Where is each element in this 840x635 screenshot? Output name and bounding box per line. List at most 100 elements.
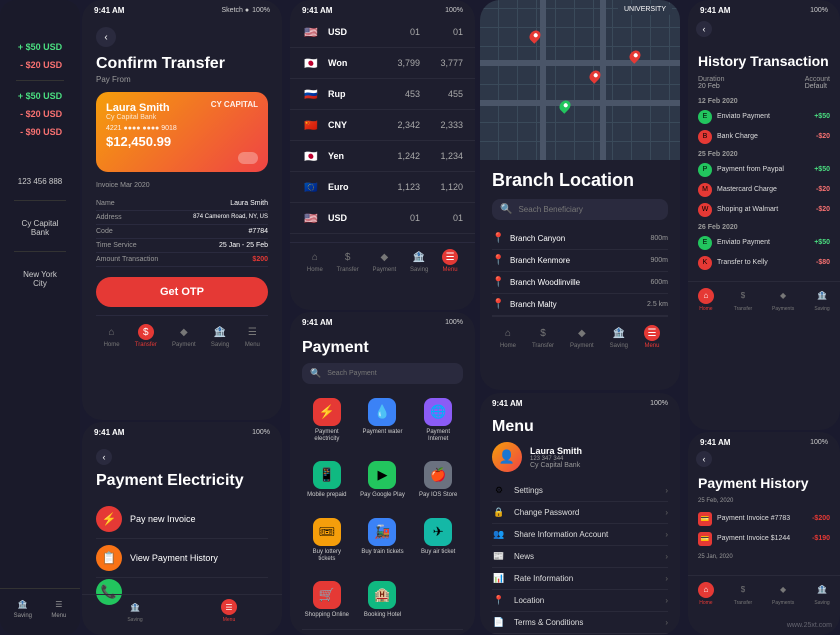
- currency-nav-home[interactable]: ⌂ Home: [307, 249, 323, 273]
- savings-entry-1: + $50 USD: [10, 38, 70, 56]
- payment-item-ios[interactable]: 🍎 Pay IOS Store: [413, 455, 463, 505]
- pay-hist-back-btn[interactable]: ‹: [696, 451, 712, 467]
- hist-nav-transfer[interactable]: $ Transfer: [734, 288, 752, 312]
- nav-saving[interactable]: 🏦 Saving: [14, 597, 32, 619]
- saving-icon-2: 🏦: [212, 324, 228, 340]
- currency-list: 🇺🇸 USD 01 01 🇯🇵 Won 3,799 3,777 🇷🇺 Rup 4…: [290, 17, 475, 234]
- hist-nav-home[interactable]: ⌂ Home: [698, 288, 714, 312]
- payment-search-input[interactable]: Seach Payment: [327, 370, 376, 377]
- watermark: www.25xt.com: [787, 622, 832, 629]
- currency-row-rup[interactable]: 🇷🇺 Rup 453 455: [290, 79, 475, 110]
- menu-status-bar: 9:41 AM 100%: [480, 393, 680, 410]
- nav-menu[interactable]: ☰ Menu: [51, 597, 66, 619]
- saving-icon-4: 🏦: [611, 325, 627, 341]
- transfer-icon-4: $: [535, 325, 551, 341]
- currency-nav-payment[interactable]: ◆ Payment: [373, 249, 397, 273]
- battery-icon-7: 100%: [445, 319, 463, 326]
- bnav-menu[interactable]: ☰ Menu: [244, 324, 260, 348]
- currency-nav-saving[interactable]: 🏦 Saving: [410, 249, 428, 273]
- currency-nav-menu[interactable]: ☰ Menu: [442, 249, 458, 273]
- menu-item-password[interactable]: 🔒 Change Password ›: [492, 502, 668, 524]
- home-icon-3: ⌂: [307, 249, 323, 265]
- bnav-home[interactable]: ⌂ Home: [104, 324, 120, 348]
- pay-hist-nav-saving[interactable]: 🏦 Saving: [814, 582, 830, 606]
- payment-item-shopping[interactable]: 🛒 Shopping Online: [302, 575, 352, 625]
- branch-item-malty[interactable]: 📍 Branch Malty 2.5 km: [492, 294, 668, 316]
- elec-item-payment-history[interactable]: 📋 View Payment History: [96, 539, 268, 578]
- menu-item-settings[interactable]: ⚙ Settings ›: [492, 480, 668, 502]
- payment-item-hotel[interactable]: 🏨 Booking Hotel: [358, 575, 408, 625]
- payment-item-electricity[interactable]: ⚡ Payment electricity: [302, 392, 352, 449]
- currency-row-cny[interactable]: 🇨🇳 CNY 2,342 2,333: [290, 110, 475, 141]
- menu-icon-4: ☰: [644, 325, 660, 341]
- payment-search-bar[interactable]: 🔍 Seach Payment: [302, 363, 463, 384]
- pay-hist-nav-payments[interactable]: ◆ Payments: [772, 582, 794, 606]
- menu-item-news[interactable]: 📰 News ›: [492, 546, 668, 568]
- flag-usa1: 🇺🇸: [302, 23, 320, 41]
- currency-row-yen[interactable]: 🇯🇵 Yen 1,242 1,234: [290, 141, 475, 172]
- flag-cny: 🇨🇳: [302, 116, 320, 134]
- google-play-icon: ▶: [368, 461, 396, 489]
- otp-button[interactable]: Get OTP: [96, 277, 268, 307]
- branch-nav-home[interactable]: ⌂ Home: [500, 325, 516, 349]
- history-content: History Transaction Duration 20 Feb Acco…: [688, 45, 840, 281]
- menu-item-rate[interactable]: 📊 Rate Information ›: [492, 568, 668, 590]
- branch-nav-saving[interactable]: 🏦 Saving: [610, 325, 628, 349]
- pay-hist-nav-home[interactable]: ⌂ Home: [698, 582, 714, 606]
- branch-bottom-nav: ⌂ Home $ Transfer ◆ Payment 🏦 Saving ☰ M…: [492, 316, 668, 357]
- payment-item-air[interactable]: ✈ Buy air ticket: [413, 512, 463, 569]
- elec-item-new-invoice[interactable]: ⚡ Pay new Invoice: [96, 500, 268, 539]
- hist-nav-payments[interactable]: ◆ Payments: [772, 288, 794, 312]
- tx-bank-charge: B Bank Charge -$20: [698, 127, 830, 147]
- payment-item-lottery[interactable]: 🎟 Buy lottery tickets: [302, 512, 352, 569]
- pin-icon-3: 📍: [492, 277, 504, 288]
- currency-nav-transfer[interactable]: $ Transfer: [337, 249, 359, 273]
- branch-item-canyon[interactable]: 📍 Branch Canyon 800m: [492, 228, 668, 250]
- back-button[interactable]: ‹: [96, 27, 116, 47]
- payment-item-google-play[interactable]: ▶ Pay Google Play: [358, 455, 408, 505]
- branch-search-bar[interactable]: 🔍 Seach Beneficiary: [492, 199, 668, 220]
- elec-nav-saving[interactable]: 🏦 Saving: [127, 599, 143, 623]
- arrow-icon-2: ›: [665, 508, 668, 517]
- currency-row-usd2[interactable]: 🇺🇸 USD 01 01: [290, 203, 475, 234]
- menu-item-share[interactable]: 👥 Share Information Account ›: [492, 524, 668, 546]
- bnav-transfer[interactable]: $ Transfer: [135, 324, 157, 348]
- currency-row-usd1[interactable]: 🇺🇸 USD 01 01: [290, 17, 475, 48]
- currency-row-euro[interactable]: 🇪🇺 Euro 1,123 1,120: [290, 172, 475, 203]
- hotel-icon: 🏨: [368, 581, 396, 609]
- currency-row-won[interactable]: 🇯🇵 Won 3,799 3,777: [290, 48, 475, 79]
- pay-hist-nav-transfer[interactable]: $ Transfer: [734, 582, 752, 606]
- menu-item-terms[interactable]: 📄 Terms & Conditions ›: [492, 612, 668, 634]
- date-12feb: 12 Feb 2020: [698, 94, 830, 107]
- location-icon: 📍: [492, 595, 506, 606]
- branch-item-kenmore[interactable]: 📍 Branch Kenmore 900m: [492, 250, 668, 272]
- tx-enviato-1: E Enviato Payment +$50: [698, 107, 830, 127]
- pay-hist-item-1[interactable]: 💳 Payment Invoice #7783 -$200: [698, 509, 830, 529]
- pay-hist-title: Payment History: [698, 475, 830, 492]
- payment-panel: 9:41 AM 100% Payment 🔍 Seach Payment ⚡ P…: [290, 312, 475, 635]
- history-back-btn[interactable]: ‹: [696, 21, 712, 37]
- bnav-saving[interactable]: 🏦 Saving: [211, 324, 229, 348]
- payment-item-mobile[interactable]: 📱 Mobile prepaid: [302, 455, 352, 505]
- payment-item-train[interactable]: 🚂 Buy train tickets: [358, 512, 408, 569]
- hist-nav-saving[interactable]: 🏦 Saving: [814, 288, 830, 312]
- branch-nav-payment[interactable]: ◆ Payment: [570, 325, 594, 349]
- payment-item-internet[interactable]: 🌐 Payment Internet: [413, 392, 463, 449]
- transfer-icon: $: [138, 324, 154, 340]
- menu-item-location[interactable]: 📍 Location ›: [492, 590, 668, 612]
- elec-nav-menu[interactable]: ☰ Menu: [221, 599, 237, 623]
- branch-nav-menu[interactable]: ☰ Menu: [644, 325, 660, 349]
- payment-item-water[interactable]: 💧 Payment water: [358, 392, 408, 449]
- lock-icon: 🔒: [492, 507, 506, 518]
- tx-icon-5: W: [698, 203, 712, 217]
- elec-content: ‹ Payment Electricity ⚡ Pay new Invoice …: [82, 439, 282, 588]
- branch-search-input[interactable]: Seach Beneficiary: [518, 205, 660, 214]
- pay-hist-item-2[interactable]: 💳 Payment Invoice $1244 -$190: [698, 529, 830, 549]
- flag-rup: 🇷🇺: [302, 85, 320, 103]
- branch-title: Branch Location: [492, 170, 668, 191]
- branch-item-woodlinville[interactable]: 📍 Branch Woodlinville 600m: [492, 272, 668, 294]
- bnav-payment[interactable]: ◆ Payment: [172, 324, 196, 348]
- elec-back-btn[interactable]: ‹: [96, 449, 112, 465]
- branch-nav-transfer[interactable]: $ Transfer: [532, 325, 554, 349]
- map-road-h1: [480, 60, 680, 66]
